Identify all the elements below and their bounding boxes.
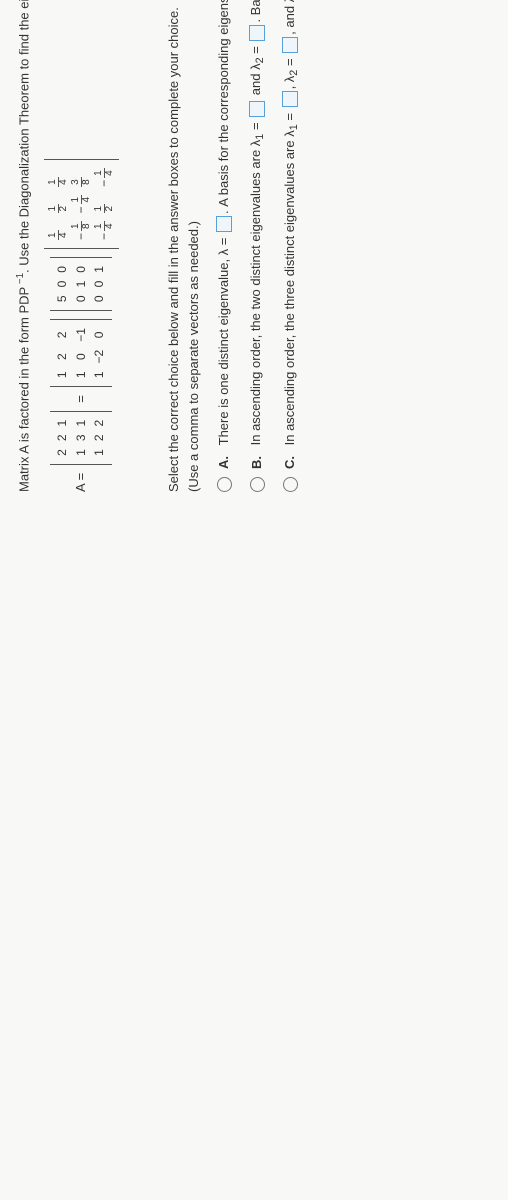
option-A-row: A. There is one distinct eigenvalue, λ =… [213,0,235,492]
matrix-P: 122 10−1 1−20 [50,319,112,387]
label-A: A. [215,453,233,469]
input-C-lambda2[interactable] [282,37,298,53]
input-C-lambda1[interactable] [282,91,298,107]
exponent: −1 [15,273,26,287]
option-C-row: C. In ascending order, the three distinc… [279,0,302,492]
matrix-A: 221 131 122 [50,411,112,465]
radio-A[interactable] [217,477,232,492]
problem-statement: Matrix A is factored in the form PDP −1.… [14,0,34,492]
label-B: B. [248,453,266,469]
matrix-equation: A = 221 131 122 = 122 10−1 1−20 500 010 … [44,0,119,492]
expand-icon[interactable]: • • • [137,0,155,492]
instruction-2: (Use a comma to separate vectors as need… [185,0,203,492]
input-B-lambda2[interactable] [249,25,265,41]
input-B-lambda1[interactable] [249,101,265,117]
radio-C[interactable] [283,477,298,492]
radio-B[interactable] [250,477,265,492]
option-B-row: B. In ascending order, the two distinct … [245,0,268,492]
equation-lhs: A = [72,473,90,492]
prompt-text-2: . Use the Diagonalization Theorem to fin… [16,0,31,273]
matrix-P-inverse: 141214−18−1438−1412−14 [44,159,119,249]
equals-sign: = [72,395,90,403]
prompt-text: Matrix A is factored in the form PDP [16,287,31,492]
instruction-1: Select the correct choice below and fill… [165,0,183,492]
matrix-D: 500 010 001 [50,257,112,311]
label-C: C. [281,453,299,469]
input-A-lambda[interactable] [216,216,232,232]
